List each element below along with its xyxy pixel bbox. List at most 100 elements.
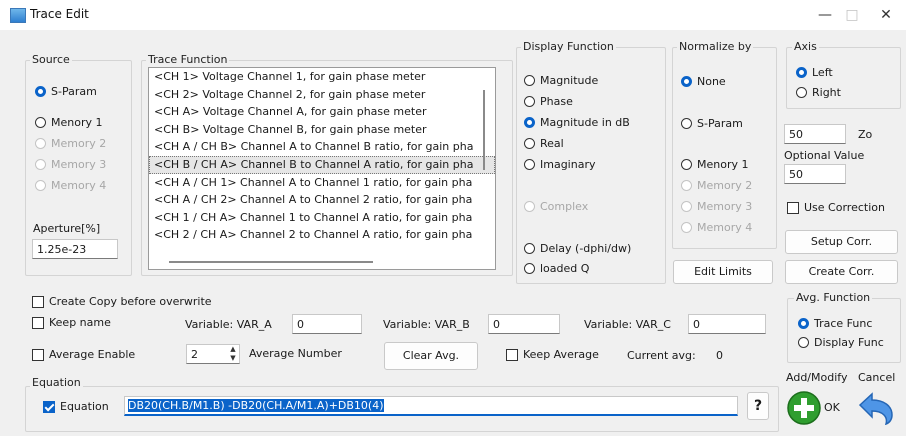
source-label: Source xyxy=(30,53,72,66)
display-function-label: Display Function xyxy=(521,40,616,53)
source-sparam-radio[interactable]: S-Param xyxy=(35,85,97,98)
radio-dot-icon xyxy=(681,118,692,129)
avg-function-group xyxy=(787,298,901,363)
radio-dot-icon xyxy=(35,138,46,149)
list-item[interactable]: <CH 2> Voltage Channel 2, for gain phase… xyxy=(149,86,495,104)
list-item[interactable]: <CH A> Voltage Channel A, for gain phase… xyxy=(149,103,495,121)
display-magnitude-radio[interactable]: Magnitude xyxy=(524,74,598,87)
var-b-input[interactable]: 0 xyxy=(488,314,560,334)
equation-input[interactable]: DB20(CH.B/M1.B) -DB20(CH.A/M1.A)+DB10(4) xyxy=(124,396,738,416)
normalize-none-radio[interactable]: None xyxy=(681,75,726,88)
setup-corr-button[interactable]: Setup Corr. xyxy=(785,230,898,254)
radio-dot-icon xyxy=(681,159,692,170)
checkbox-icon xyxy=(32,295,44,308)
axis-label: Axis xyxy=(792,40,819,53)
checkbox-checked-icon xyxy=(43,400,55,413)
display-real-radio[interactable]: Real xyxy=(524,137,564,150)
radio-dot-icon xyxy=(681,76,692,87)
display-magnitude-db-radio[interactable]: Magnitude in dB xyxy=(524,116,630,129)
list-item[interactable]: <CH 2 / CH A> Channel 2 to Channel A rat… xyxy=(149,226,495,244)
list-item[interactable]: <CH A / CH B> Channel A to Channel B rat… xyxy=(149,138,495,156)
list-scrollbar-thumb[interactable] xyxy=(483,90,485,170)
list-item[interactable]: <CH B> Voltage Channel B, for gain phase… xyxy=(149,121,495,139)
normalize-memory2-radio: Memory 2 xyxy=(681,179,752,192)
optional-value-input[interactable]: 50 xyxy=(784,164,846,184)
zo-input[interactable]: 50 xyxy=(784,124,846,144)
normalize-sparam-radio[interactable]: S-Param xyxy=(681,117,743,130)
current-avg-value: 0 xyxy=(716,349,723,362)
avg-trace-func-radio[interactable]: Trace Func xyxy=(798,317,872,330)
var-a-label: Variable: VAR_A xyxy=(185,318,272,331)
display-delay-radio[interactable]: Delay (-dphi/dw) xyxy=(524,242,631,255)
optional-value-label: Optional Value xyxy=(784,149,865,162)
use-correction-checkbox[interactable]: Use Correction xyxy=(787,201,885,214)
avg-display-func-radio[interactable]: Display Func xyxy=(798,336,884,349)
clear-avg-button[interactable]: Clear Avg. xyxy=(384,342,478,370)
normalize-by-label: Normalize by xyxy=(677,40,754,53)
radio-dot-icon xyxy=(798,318,809,329)
help-button[interactable]: ? xyxy=(747,392,769,420)
trace-function-list[interactable]: <CH 1> Voltage Channel 1, for gain phase… xyxy=(148,67,496,270)
axis-left-radio[interactable]: Left xyxy=(796,66,833,79)
axis-right-radio[interactable]: Right xyxy=(796,86,841,99)
edit-limits-button[interactable]: Edit Limits xyxy=(673,260,773,284)
radio-dot-icon xyxy=(681,201,692,212)
radio-dot-icon xyxy=(524,243,535,254)
title-bar: Trace Edit — □ ✕ xyxy=(0,0,906,30)
radio-dot-icon xyxy=(524,263,535,274)
trace-function-label: Trace Function xyxy=(146,53,230,66)
undo-arrow-icon xyxy=(858,392,893,426)
list-item[interactable]: <CH A / CH 1> Channel A to Channel 1 rat… xyxy=(149,174,495,192)
spin-up-icon[interactable]: ▲ xyxy=(227,345,239,354)
list-item[interactable]: <CH B / CH A> Channel B to Channel A rat… xyxy=(149,155,495,174)
average-enable-checkbox[interactable]: Average Enable xyxy=(32,348,135,361)
source-menory1-radio[interactable]: Menory 1 xyxy=(35,116,103,129)
var-c-input[interactable]: 0 xyxy=(688,314,766,334)
source-memory4-radio: Memory 4 xyxy=(35,179,106,192)
var-b-label: Variable: VAR_B xyxy=(383,318,470,331)
list-item[interactable]: <CH 1 / CH A> Channel 1 to Channel A rat… xyxy=(149,209,495,227)
cancel-button[interactable] xyxy=(856,391,896,426)
equation-group-label: Equation xyxy=(30,376,83,389)
aperture-input[interactable]: 1.25e-23 xyxy=(32,239,118,259)
radio-dot-icon xyxy=(796,67,807,78)
var-c-label: Variable: VAR_C xyxy=(584,318,671,331)
list-hscrollbar-thumb[interactable] xyxy=(169,261,373,263)
window-title: Trace Edit xyxy=(30,7,89,21)
radio-dot-icon xyxy=(681,222,692,233)
normalize-memory4-radio: Memory 4 xyxy=(681,221,752,234)
create-corr-button[interactable]: Create Corr. xyxy=(785,260,898,284)
checkbox-icon xyxy=(32,348,44,361)
display-loaded-q-radio[interactable]: loaded Q xyxy=(524,262,589,275)
checkbox-icon xyxy=(32,316,44,329)
display-imaginary-radio[interactable]: Imaginary xyxy=(524,158,595,171)
spin-down-icon[interactable]: ▼ xyxy=(227,354,239,363)
display-complex-radio: Complex xyxy=(524,200,588,213)
radio-dot-icon xyxy=(524,201,535,212)
average-number-spinner[interactable]: ▲ ▼ xyxy=(227,345,239,363)
checkbox-icon xyxy=(787,201,799,214)
normalize-menory1-radio[interactable]: Menory 1 xyxy=(681,158,749,171)
ok-button[interactable]: OK xyxy=(786,390,848,426)
display-phase-radio[interactable]: Phase xyxy=(524,95,573,108)
create-copy-checkbox[interactable]: Create Copy before overwrite xyxy=(32,295,212,308)
equation-checkbox[interactable]: Equation xyxy=(43,400,109,413)
radio-dot-icon xyxy=(524,117,535,128)
keep-name-checkbox[interactable]: Keep name xyxy=(32,316,111,329)
checkbox-icon xyxy=(506,348,518,361)
radio-dot-icon xyxy=(35,159,46,170)
app-icon xyxy=(10,8,26,23)
close-button[interactable]: ✕ xyxy=(866,4,906,26)
radio-dot-icon xyxy=(524,159,535,170)
var-a-input[interactable]: 0 xyxy=(292,314,362,334)
keep-average-checkbox[interactable]: Keep Average xyxy=(506,348,599,361)
list-item[interactable]: <CH A / CH 2> Channel A to Channel 2 rat… xyxy=(149,191,495,209)
source-memory3-radio: Memory 3 xyxy=(35,158,106,171)
list-item[interactable]: <CH 1> Voltage Channel 1, for gain phase… xyxy=(149,68,495,86)
radio-dot-icon xyxy=(35,180,46,191)
cancel-label: Cancel xyxy=(858,371,896,384)
radio-dot-icon xyxy=(35,117,46,128)
radio-dot-icon xyxy=(524,138,535,149)
radio-dot-icon xyxy=(796,87,807,98)
source-memory2-radio: Memory 2 xyxy=(35,137,106,150)
